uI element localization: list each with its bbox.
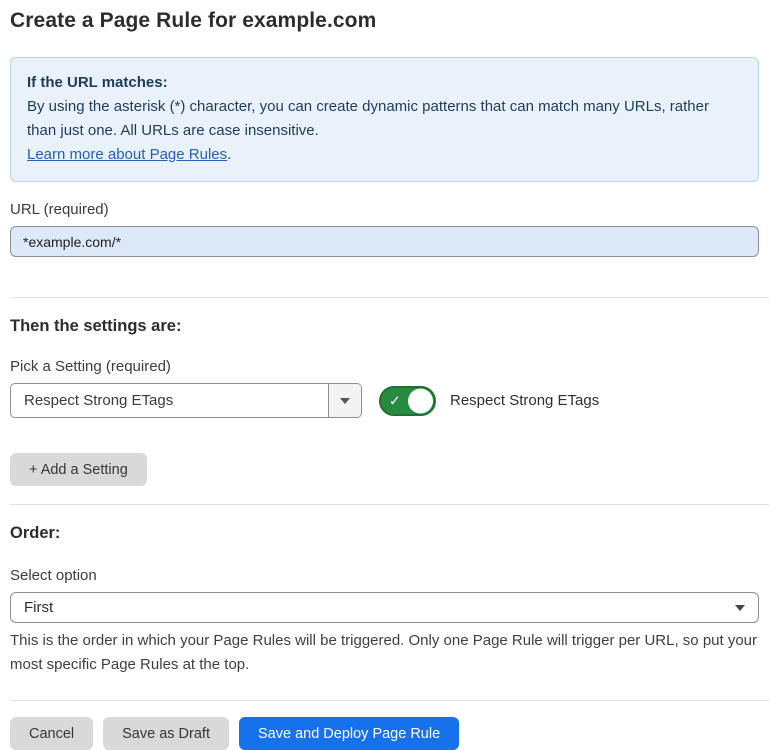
settings-heading: Then the settings are: bbox=[10, 317, 759, 336]
setting-select-value: Respect Strong ETags bbox=[11, 384, 328, 417]
cancel-button[interactable]: Cancel bbox=[10, 717, 93, 750]
info-box-heading: If the URL matches: bbox=[27, 71, 742, 95]
divider bbox=[10, 700, 769, 701]
save-draft-button[interactable]: Save as Draft bbox=[103, 717, 229, 750]
check-icon: ✓ bbox=[389, 393, 401, 407]
setting-select[interactable]: Respect Strong ETags bbox=[10, 383, 362, 418]
order-heading: Order: bbox=[10, 524, 759, 543]
etag-toggle-label: Respect Strong ETags bbox=[450, 392, 599, 409]
chevron-down-icon bbox=[340, 398, 350, 404]
add-setting-button[interactable]: + Add a Setting bbox=[10, 453, 147, 486]
chevron-down-icon bbox=[735, 605, 745, 611]
divider bbox=[10, 504, 769, 505]
page-rule-form: Create a Page Rule for example.com If th… bbox=[0, 0, 769, 750]
toggle-knob bbox=[408, 388, 433, 413]
setting-row: Respect Strong ETags ✓ Respect Strong ET… bbox=[10, 383, 759, 418]
setting-select-arrow-button[interactable] bbox=[328, 384, 361, 417]
info-box-body: By using the asterisk (*) character, you… bbox=[27, 95, 742, 143]
url-input[interactable] bbox=[10, 226, 759, 257]
info-box-link-line: Learn more about Page Rules. bbox=[27, 143, 742, 167]
etag-toggle[interactable]: ✓ bbox=[379, 386, 436, 416]
learn-more-link[interactable]: Learn more about Page Rules bbox=[27, 146, 227, 163]
setting-picker-label: Pick a Setting (required) bbox=[10, 358, 759, 375]
url-match-info-box: If the URL matches: By using the asteris… bbox=[10, 57, 759, 182]
order-select-label: Select option bbox=[10, 567, 759, 584]
order-select-value: First bbox=[24, 599, 53, 616]
order-select[interactable]: First bbox=[10, 592, 759, 623]
order-help-text: This is the order in which your Page Rul… bbox=[10, 629, 759, 677]
footer-buttons: Cancel Save as Draft Save and Deploy Pag… bbox=[10, 717, 759, 750]
page-title: Create a Page Rule for example.com bbox=[10, 9, 759, 33]
url-label: URL (required) bbox=[10, 201, 759, 218]
divider bbox=[10, 297, 769, 298]
save-deploy-button[interactable]: Save and Deploy Page Rule bbox=[239, 717, 459, 750]
etag-toggle-wrap: ✓ Respect Strong ETags bbox=[379, 386, 599, 416]
link-suffix: . bbox=[227, 146, 231, 163]
